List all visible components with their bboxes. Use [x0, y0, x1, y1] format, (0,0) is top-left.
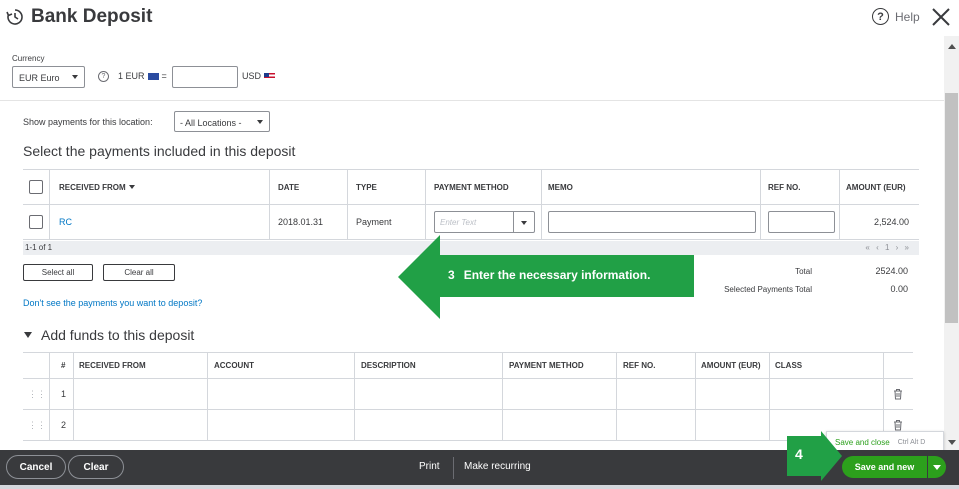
location-label: Show payments for this location:: [23, 117, 153, 127]
column-header-fund-payment-method: PAYMENT METHOD: [509, 361, 584, 370]
currency-selected-value: EUR Euro: [19, 73, 60, 83]
exchange-rate-suffix: USD: [242, 71, 276, 81]
payment-method-placeholder: Enter Text: [440, 218, 477, 227]
clear-button[interactable]: Clear: [68, 455, 124, 479]
funds-table: # RECEIVED FROM ACCOUNT DESCRIPTION PAYM…: [23, 352, 913, 441]
step-4-number: 4: [795, 446, 803, 462]
scroll-down-arrow-icon[interactable]: [948, 440, 956, 445]
payments-table: RECEIVED FROM DATE TYPE PAYMENT METHOD M…: [23, 169, 919, 240]
total-label: Total: [795, 267, 812, 276]
clear-all-button[interactable]: Clear all: [103, 264, 175, 281]
us-flag-icon: [264, 72, 276, 80]
funds-table-header: # RECEIVED FROM ACCOUNT DESCRIPTION PAYM…: [23, 352, 913, 379]
column-header-account: ACCOUNT: [214, 361, 254, 370]
scroll-thumb[interactable]: [945, 93, 958, 323]
trash-icon[interactable]: [893, 388, 903, 400]
selected-total-value: 0.00: [890, 284, 908, 294]
ref-no-input[interactable]: [768, 211, 835, 233]
drag-handle-icon[interactable]: ⋮⋮: [28, 379, 46, 409]
step-3-number: 3: [448, 268, 455, 282]
payments-table-header: RECEIVED FROM DATE TYPE PAYMENT METHOD M…: [23, 169, 919, 205]
payment-type: Payment: [356, 217, 392, 227]
save-and-new-button[interactable]: Save and new: [842, 456, 927, 478]
total-value: 2524.00: [875, 266, 908, 276]
column-header-payment-method[interactable]: PAYMENT METHOD: [434, 170, 509, 204]
save-and-close-label: Save and close: [835, 437, 890, 447]
eu-flag-icon: [147, 72, 159, 80]
column-header-date[interactable]: DATE: [278, 170, 299, 204]
currency-label: Currency: [12, 54, 45, 63]
currency-select[interactable]: EUR Euro: [12, 66, 85, 88]
cancel-button[interactable]: Cancel: [6, 455, 66, 479]
rate-equals: =: [161, 71, 167, 81]
page-title: Bank Deposit: [31, 6, 153, 27]
dont-see-payments-link[interactable]: Don't see the payments you want to depos…: [23, 298, 202, 308]
exchange-rate-prefix: 1 EUR =: [118, 71, 167, 81]
column-header-amount[interactable]: AMOUNT (EUR): [846, 170, 906, 204]
history-icon[interactable]: [6, 8, 24, 26]
add-funds-toggle[interactable]: Add funds to this deposit: [24, 327, 194, 343]
row-number: 2: [61, 420, 67, 430]
location-select[interactable]: - All Locations -: [174, 111, 270, 132]
location-selected-value: - All Locations -: [180, 118, 242, 128]
rate-suffix-text: USD: [242, 71, 262, 81]
collapse-triangle-icon: [24, 332, 32, 338]
column-header-ref-no[interactable]: REF NO.: [768, 170, 800, 204]
make-recurring-link[interactable]: Make recurring: [464, 461, 531, 472]
memo-input[interactable]: [548, 211, 756, 233]
column-header-fund-amount: AMOUNT (EUR): [701, 361, 761, 370]
chevron-down-icon: [521, 221, 527, 225]
background-strip: [0, 485, 959, 489]
step-3-instruction: Enter the necessary information.: [463, 268, 651, 282]
vertical-scrollbar[interactable]: [944, 36, 959, 450]
dialog-header: Bank Deposit ? Help: [0, 0, 959, 36]
select-all-checkbox[interactable]: [29, 180, 43, 194]
scroll-up-arrow-icon[interactable]: [948, 44, 956, 49]
payments-section-title: Select the payments included in this dep…: [23, 143, 296, 159]
help-label: Help: [895, 9, 920, 24]
step-3-callout-text: 3 Enter the necessary information.: [448, 268, 650, 282]
add-funds-title: Add funds to this deposit: [41, 327, 195, 343]
column-header-type[interactable]: TYPE: [356, 170, 377, 204]
currency-section: Currency EUR Euro ? 1 EUR = USD: [0, 44, 944, 100]
print-link[interactable]: Print: [419, 461, 440, 472]
column-header-description: DESCRIPTION: [361, 361, 416, 370]
info-icon[interactable]: ?: [98, 71, 109, 82]
row-checkbox[interactable]: [29, 215, 43, 229]
save-and-close-shortcut: Ctrl Alt D: [897, 438, 926, 446]
chevron-down-icon: [257, 120, 263, 124]
column-header-received-from[interactable]: RECEIVED FROM: [59, 170, 135, 204]
close-icon[interactable]: [930, 6, 952, 28]
payment-date: 2018.01.31: [278, 217, 324, 227]
column-header-fund-received-from: RECEIVED FROM: [79, 361, 146, 370]
table-row: ⋮⋮ 2: [23, 410, 913, 441]
exchange-rate-input[interactable]: [172, 66, 238, 88]
help-button[interactable]: ? Help: [872, 8, 920, 25]
payment-method-input[interactable]: Enter Text: [434, 211, 535, 233]
save-options-chevron-icon[interactable]: [928, 456, 946, 478]
column-header-memo[interactable]: MEMO: [548, 170, 573, 204]
received-from-link[interactable]: RC: [59, 205, 72, 239]
column-header-class: CLASS: [775, 361, 803, 370]
drag-handle-icon[interactable]: ⋮⋮: [28, 410, 46, 440]
table-row: ⋮⋮ 1: [23, 379, 913, 410]
selected-total-label: Selected Payments Total: [724, 285, 812, 294]
sort-down-icon: [128, 185, 135, 189]
column-header-fund-ref-no: REF NO.: [623, 361, 656, 370]
footer-divider: [453, 457, 454, 479]
pager-text: 1-1 of 1: [25, 243, 53, 252]
trash-icon[interactable]: [893, 419, 903, 431]
chevron-down-icon: [72, 75, 78, 79]
pager-controls[interactable]: « ‹ 1 › »: [865, 243, 911, 252]
payment-amount: 2,524.00: [873, 217, 909, 227]
help-icon: ?: [872, 8, 889, 25]
select-all-button[interactable]: Select all: [23, 264, 93, 281]
row-number: 1: [61, 389, 67, 399]
column-header-number: #: [61, 361, 66, 370]
rate-prefix-text: 1 EUR: [118, 71, 145, 81]
